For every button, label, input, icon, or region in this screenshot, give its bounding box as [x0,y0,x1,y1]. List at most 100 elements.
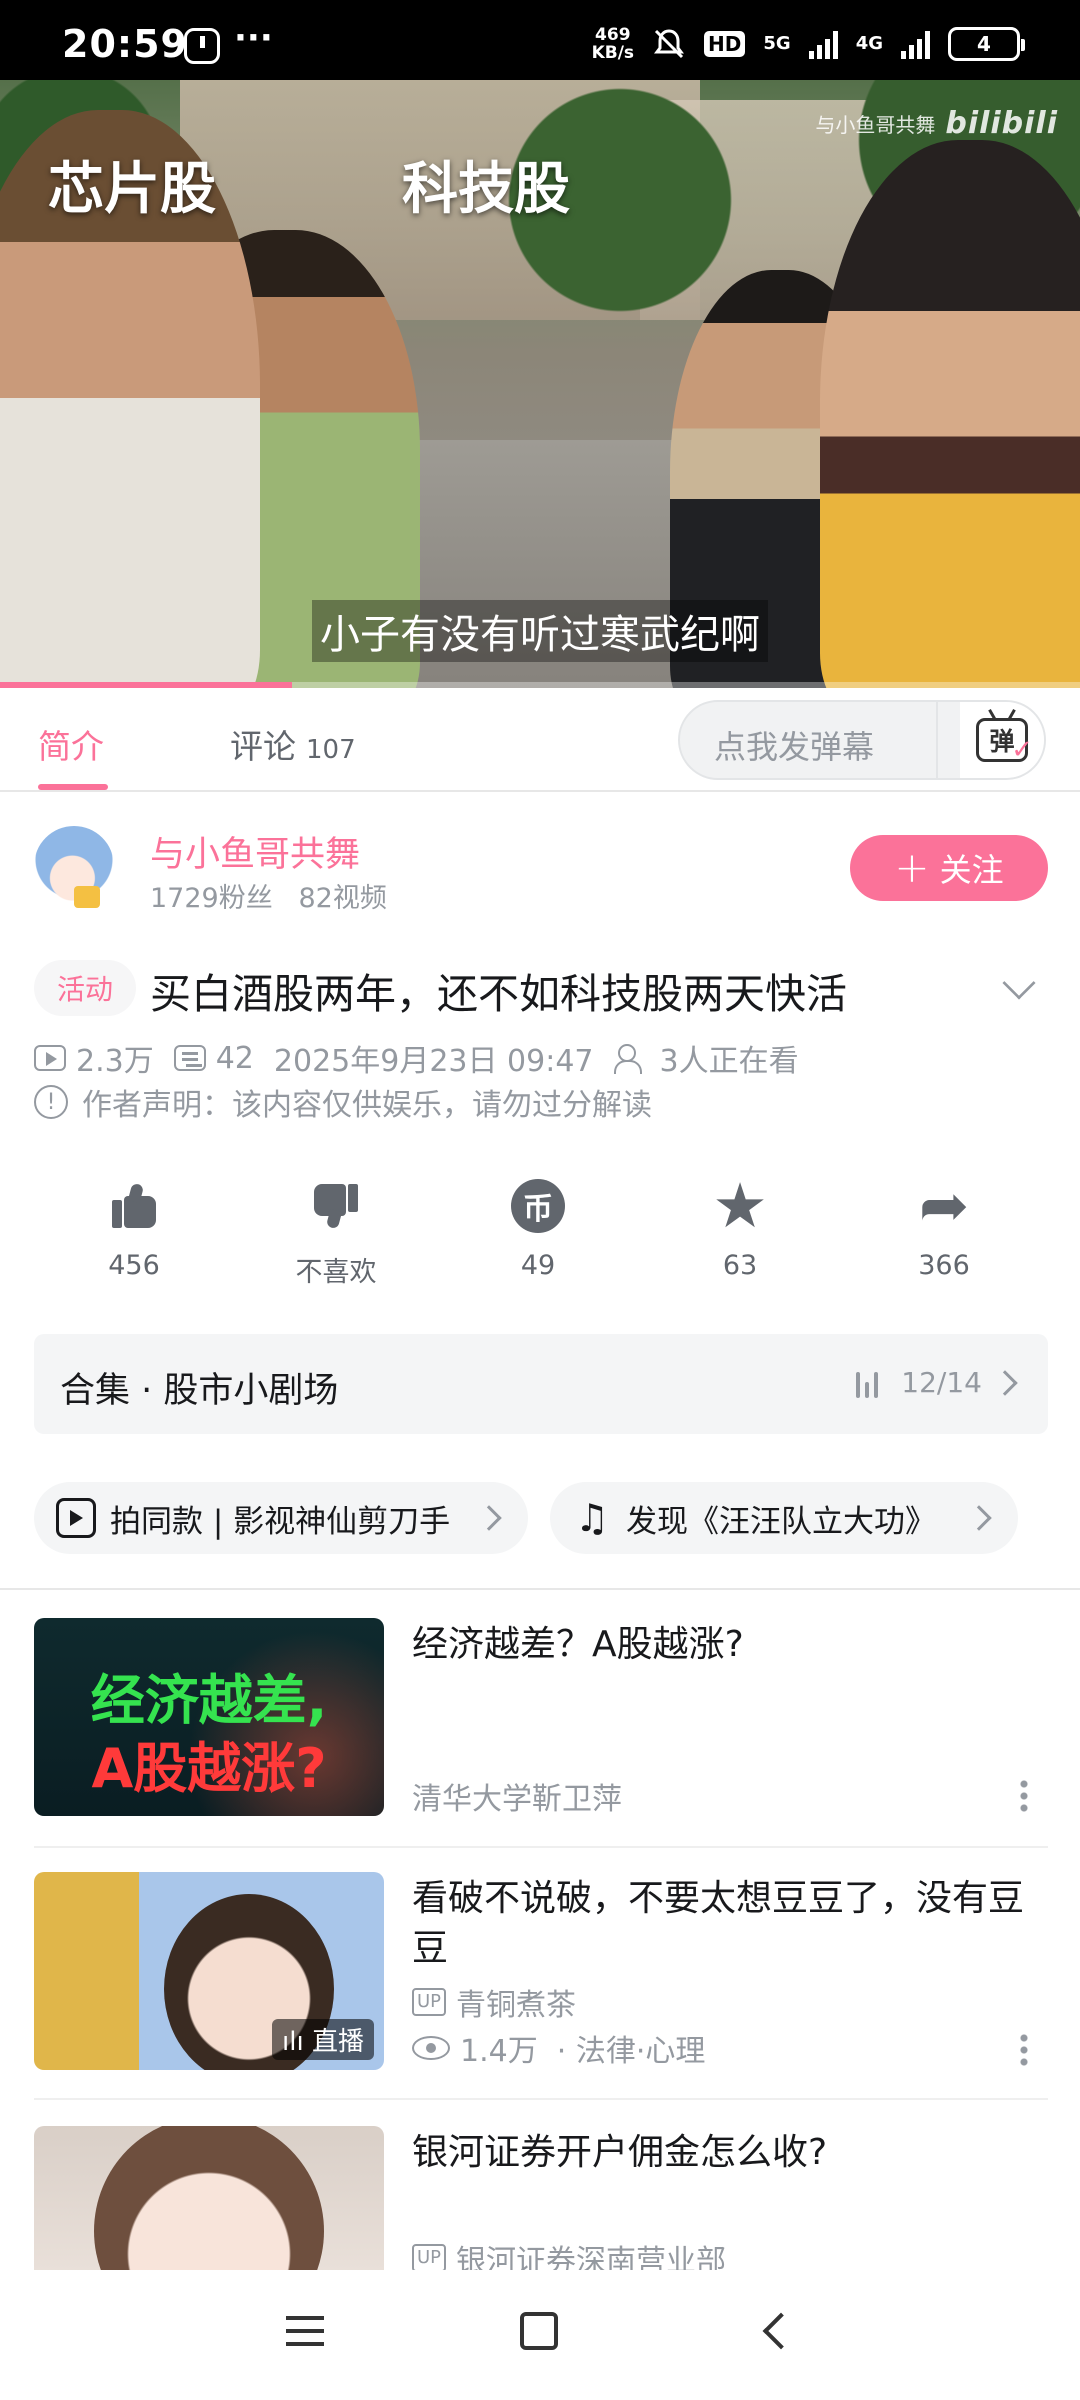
rec-author: 清华大学靳卫萍 [412,1774,622,1818]
back-icon[interactable] [762,2312,800,2350]
uploader-avatar[interactable] [34,826,114,910]
coin-count: 49 [520,1250,556,1281]
play-count-icon [34,1045,66,1071]
like-icon [112,1182,156,1228]
danmaku-count: 42 [215,1040,254,1076]
video-stats: 2.3万 42 2025年9月23日 09:47 3人正在看 [34,1036,819,1080]
publish-date: 2025年9月23日 09:47 [273,1044,594,1079]
plus-icon: + [894,843,930,892]
chevron-right-icon [476,1505,502,1531]
follow-label: 关注 [939,851,1004,889]
viewers-icon [613,1044,650,1074]
music-chip[interactable]: ♫ 发现《汪汪队立大功》 [550,1482,1018,1554]
danmaku-input[interactable]: 点我发弹幕 弹 ✓ [678,700,1046,780]
same-style-label: 拍同款 | 影视神仙剪刀手 [110,1503,451,1540]
more-notifications-icon: ··· [234,18,273,58]
author-declaration: ! 作者声明：该内容仅供娱乐，请勿过分解读 [34,1080,652,1124]
menu-icon[interactable] [286,2316,324,2346]
dislike-icon [314,1184,358,1230]
comments-count: 107 [306,735,356,765]
hd-voice-icon: HD [704,31,746,57]
dislike-button[interactable]: 不喜欢 [266,1176,406,1289]
detail-tabs: 简介 评论 107 点我发弹幕 弹 ✓ [0,688,1080,792]
declaration-text: 作者声明：该内容仅供娱乐，请勿过分解读 [82,1088,652,1123]
net-4g: 4G [855,33,883,54]
battery-icon: 4 [948,27,1025,61]
recommended-video[interactable]: 经济越差, A股越涨? 经济越差？A股越涨? 清华大学靳卫萍 [0,1618,1080,1872]
video-overlay-text-right: 科技股 [402,157,570,222]
video-thumbnail: ılı 直播 [34,1872,384,2070]
rec-author-name: 银河证券深南营业部 [456,2244,727,2270]
follow-button[interactable]: + 关注 [850,835,1048,901]
more-icon[interactable] [1020,1778,1028,1812]
uploader-fans: 1729粉丝 [150,883,273,914]
same-style-chip[interactable]: 拍同款 | 影视神仙剪刀手 [34,1482,528,1554]
share-icon: ➦ [918,1171,970,1241]
danmaku-toggle-button[interactable]: 弹 ✓ [960,702,1044,778]
coin-icon: 币 [511,1179,565,1233]
rec-title: 看破不说破，不要太想豆豆了，没有豆豆 [412,1878,1025,1969]
subtitle-text: 小子有没有听过寒武纪啊 [312,600,768,662]
tab-indicator [38,784,108,790]
more-icon[interactable] [1020,2032,1028,2066]
recommended-video[interactable]: ılı 直播 看破不说破，不要太想豆豆了，没有豆豆 UP 青铜煮茶 1.4万 ·… [0,1872,1080,2126]
rec-author: UP 银河证券深南营业部 [412,2236,726,2270]
video-player[interactable]: 芯片股 科技股 与小鱼哥共舞 bilibili 小子有没有听过寒武纪啊 [0,80,1080,688]
signal-icon-2 [901,29,930,59]
share-count: 366 [918,1250,970,1281]
status-indicators: 469 KB/s HD 5G 4G 4 [592,26,1025,62]
danmaku-count-icon [173,1045,206,1071]
section-divider [0,1588,1080,1590]
live-badge: ılı 直播 [272,2019,374,2060]
uploader-videos: 82视频 [298,883,387,914]
danmaku-icon: 弹 ✓ [976,718,1033,765]
status-time: 20:59 [62,22,188,66]
tab-intro[interactable]: 简介 [38,720,104,768]
like-button[interactable]: 456 [64,1176,204,1281]
music-note-icon: ♫ [574,1496,610,1540]
playlist-icon [856,1368,878,1398]
chevron-right-icon [992,1370,1018,1396]
uploader-meta: 1729粉丝 82视频 [150,876,387,915]
rec-title: 经济越差？A股越涨? [412,1624,744,1665]
tab-comments-label: 评论 [230,727,296,766]
net-speed-value: 469 [595,25,631,45]
mute-icon [654,29,685,59]
home-icon[interactable] [520,2312,558,2350]
rec-stats: 1.4万 · 法律·心理 [412,2026,705,2070]
info-icon: ! [34,1085,68,1119]
collection-episode: 12/14 [901,1366,982,1399]
net-5g: 5G [763,33,791,54]
video-title: 买白酒股两年，还不如科技股两天快活 [150,970,847,1018]
like-count: 456 [108,1250,160,1281]
video-watermark: 与小鱼哥共舞 bilibili [815,106,1058,141]
uploader-name[interactable]: 与小鱼哥共舞 [150,826,360,877]
rec-views: 1.4万 [460,2034,538,2069]
net-speed-unit: KB/s [591,43,635,63]
row-separator [34,1846,1048,1848]
up-tag: UP [412,1988,447,2016]
status-bar: 20:59 ··· 469 KB/s HD 5G 4G 4 [0,0,1080,80]
app-icon [184,28,220,64]
video-thumbnail [34,2126,384,2270]
collection-label: 合集 · 股市小剧场 [60,1371,339,1411]
watching-count: 3人正在看 [659,1044,799,1079]
collection-bar[interactable]: 合集 · 股市小剧场 12/14 [34,1334,1048,1434]
activity-badge[interactable]: 活动 [34,960,136,1016]
expand-chevron-icon[interactable] [1002,966,1036,1000]
net-speed: 469 KB/s [592,26,634,62]
up-tag: UP [412,2244,447,2270]
eye-icon [412,2036,450,2060]
danmaku-placeholder: 点我发弹幕 [714,728,875,766]
recommended-video[interactable]: 银河证券开户佣金怎么收? UP 银河证券深南营业部 [0,2126,1080,2270]
favorite-button[interactable]: ★ 63 [670,1169,810,1282]
share-button[interactable]: ➦ 366 [874,1176,1014,1281]
tab-comments[interactable]: 评论 107 [230,720,356,768]
favorite-icon: ★ [712,1169,768,1242]
video-overlay-text-left: 芯片股 [48,157,216,222]
action-bar: 456 不喜欢 币 49 ★ 63 ➦ 366 [0,1169,1080,1289]
video-camera-icon [56,1498,96,1538]
coin-button[interactable]: 币 49 [468,1176,608,1281]
rec-category: · 法律·心理 [556,2034,706,2069]
video-thumbnail: 经济越差, A股越涨? [34,1618,384,1816]
